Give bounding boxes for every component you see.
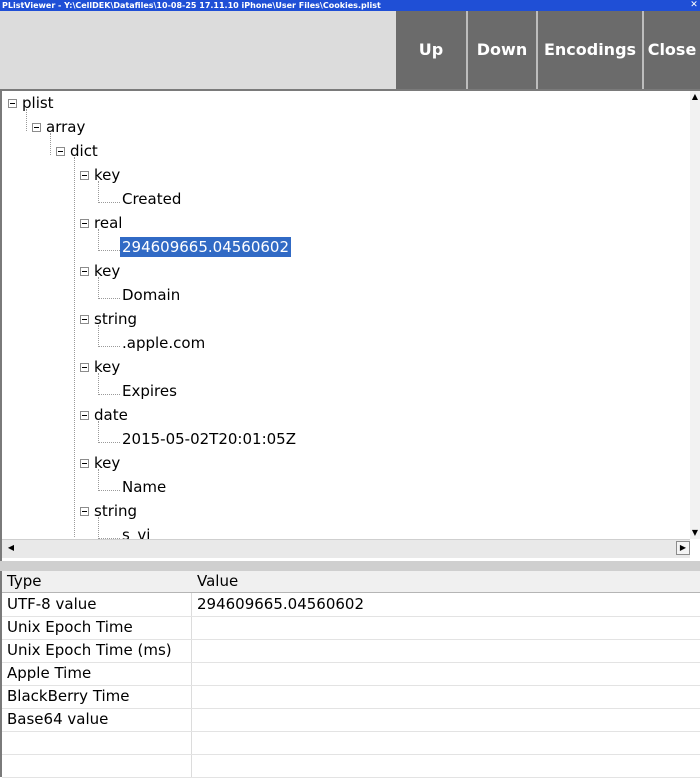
value-cell xyxy=(192,708,700,731)
table-row[interactable]: UTF-8 value 294609665.04560602 xyxy=(2,593,700,617)
collapse-icon[interactable] xyxy=(80,411,89,420)
tree-connector xyxy=(98,250,120,251)
column-header-type[interactable]: Type xyxy=(2,571,191,592)
window-close-icon[interactable]: ✕ xyxy=(688,0,700,11)
collapse-icon[interactable] xyxy=(80,267,89,276)
table-row[interactable]: Apple Time xyxy=(2,662,700,686)
close-button[interactable]: Close xyxy=(644,11,700,89)
type-cell xyxy=(2,731,191,754)
encodings-button[interactable]: Encodings xyxy=(538,11,642,89)
tree-node-value[interactable]: Expires xyxy=(122,381,177,401)
table-row[interactable]: Unix Epoch Time (ms) xyxy=(2,639,700,663)
column-header-value[interactable]: Value xyxy=(192,571,700,592)
tree-node-value[interactable]: Name xyxy=(122,477,166,497)
tree-node-value[interactable]: Created xyxy=(122,189,181,209)
title-bar: PListViewer - Y:\CellDEK\Datafiles\10-08… xyxy=(0,0,700,11)
tree-connector xyxy=(98,202,120,203)
type-cell: UTF-8 value xyxy=(7,595,97,613)
table-row[interactable]: Unix Epoch Time xyxy=(2,616,700,640)
tree-connector xyxy=(98,298,120,299)
tree-node-key[interactable]: key xyxy=(94,261,120,281)
value-cell xyxy=(192,754,700,777)
table-row[interactable] xyxy=(2,754,700,778)
value-cell xyxy=(192,639,700,662)
tree-node-string[interactable]: string xyxy=(94,501,137,521)
collapse-icon[interactable] xyxy=(80,315,89,324)
down-button[interactable]: Down xyxy=(468,11,536,89)
type-cell: Base64 value xyxy=(7,710,109,728)
scroll-up-icon[interactable]: ▲ xyxy=(690,91,700,103)
up-button[interactable]: Up xyxy=(396,11,466,89)
type-cell: BlackBerry Time xyxy=(7,687,130,705)
collapse-icon[interactable] xyxy=(80,219,89,228)
value-cell: 294609665.04560602 xyxy=(197,595,365,613)
tree-node-key[interactable]: key xyxy=(94,357,120,377)
tree-node-date[interactable]: date xyxy=(94,405,128,425)
scroll-right-icon[interactable]: ▶ xyxy=(676,541,690,555)
value-cell xyxy=(192,731,700,754)
grid-header: Type Value xyxy=(2,571,700,593)
table-row[interactable]: Base64 value xyxy=(2,708,700,732)
value-grid: Type Value UTF-8 value 294609665.0456060… xyxy=(0,571,700,778)
collapse-icon[interactable] xyxy=(8,99,17,108)
tree-node-array[interactable]: array xyxy=(46,117,85,137)
value-cell xyxy=(192,616,700,639)
tree-connector xyxy=(98,490,120,491)
tree-node-real[interactable]: real xyxy=(94,213,122,233)
type-cell: Unix Epoch Time xyxy=(7,618,133,636)
collapse-icon[interactable] xyxy=(80,507,89,516)
table-row[interactable]: BlackBerry Time xyxy=(2,685,700,709)
collapse-icon[interactable] xyxy=(80,171,89,180)
plist-tree-view[interactable]: plist array dict key Created real 294609… xyxy=(0,89,700,561)
tree-connector xyxy=(98,442,120,443)
table-row[interactable] xyxy=(2,731,700,755)
window-title: PListViewer - Y:\CellDEK\Datafiles\10-08… xyxy=(2,1,381,10)
tree-guide-line xyxy=(74,157,75,537)
tree-connector xyxy=(98,346,120,347)
tree-node-value[interactable]: .apple.com xyxy=(122,333,205,353)
tree-node-dict[interactable]: dict xyxy=(70,141,98,161)
collapse-icon[interactable] xyxy=(80,363,89,372)
tree-node-value-selected[interactable]: 294609665.04560602 xyxy=(120,237,292,257)
tree-node-value[interactable]: Domain xyxy=(122,285,180,305)
tree-node-value[interactable]: 2015-05-02T20:01:05Z xyxy=(122,429,296,449)
scroll-down-icon[interactable]: ▼ xyxy=(690,527,700,539)
tree-node-string[interactable]: string xyxy=(94,309,137,329)
horizontal-scrollbar[interactable] xyxy=(2,539,690,558)
value-cell xyxy=(192,662,700,685)
type-cell: Apple Time xyxy=(7,664,92,682)
toolbar: Up Down Encodings Close xyxy=(0,11,700,89)
scroll-left-icon[interactable]: ◀ xyxy=(6,543,16,553)
vertical-scrollbar[interactable] xyxy=(690,91,700,539)
collapse-icon[interactable] xyxy=(32,123,41,132)
tree-connector xyxy=(98,394,120,395)
tree-node-key[interactable]: key xyxy=(94,453,120,473)
collapse-icon[interactable] xyxy=(56,147,65,156)
type-cell: Unix Epoch Time (ms) xyxy=(7,641,172,659)
tree-node-plist[interactable]: plist xyxy=(22,93,54,113)
value-cell xyxy=(192,685,700,708)
pane-splitter[interactable] xyxy=(0,561,700,571)
type-cell xyxy=(2,754,191,777)
collapse-icon[interactable] xyxy=(80,459,89,468)
tree-node-key[interactable]: key xyxy=(94,165,120,185)
